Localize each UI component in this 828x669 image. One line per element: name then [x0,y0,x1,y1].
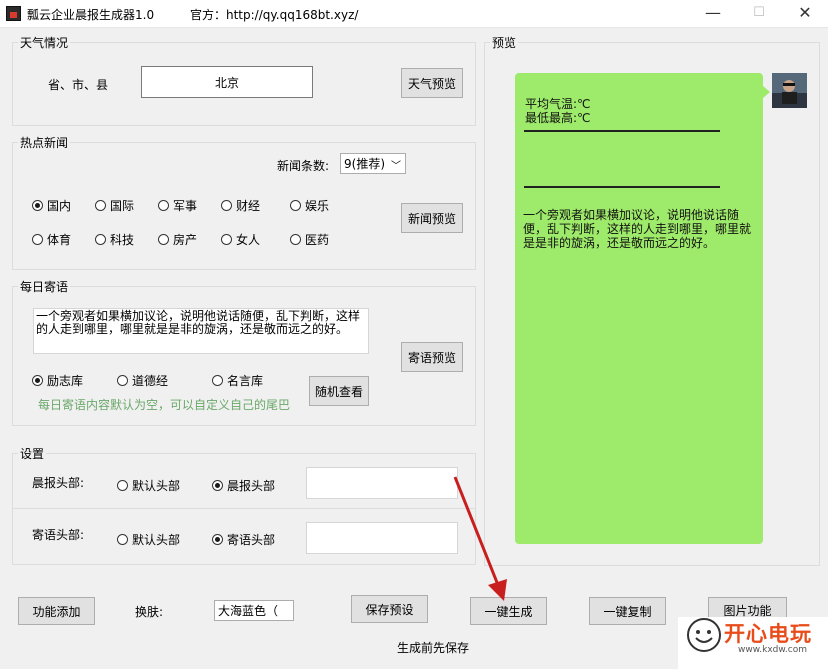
quote-default-header-radio[interactable]: 默认头部 [117,531,180,548]
quote-header-label: 寄语头部: [32,528,85,542]
news-category-radio[interactable]: 科技 [95,231,134,248]
radio-indicator [221,234,232,245]
preview-group-title: 预览 [490,34,519,51]
location-label: 省、市、县 [48,78,109,92]
news-group-title: 热点新闻 [18,134,71,151]
location-value: 北京 [214,75,239,90]
save-hint: 生成前先保存 [397,641,470,655]
morning-header-radio[interactable]: 晨报头部 [212,477,275,494]
preview-divider [524,130,720,132]
preview-divider [524,186,720,188]
radio-indicator [212,480,223,491]
avatar [772,73,807,108]
news-count-select[interactable]: 9(推荐) ﹀ [340,153,406,174]
quote-group-title: 每日寄语 [18,278,71,295]
news-preview-button[interactable]: 新闻预览 [401,203,463,233]
quote-preview-button[interactable]: 寄语预览 [401,342,463,372]
app-title: 瓢云企业晨报生成器1.0 [27,8,155,22]
close-button[interactable]: ✕ [782,0,828,28]
radio-indicator [32,200,43,211]
minimize-button[interactable]: — [690,0,736,28]
preview-bubble: 平均气温:℃ 最低最高:℃ 一个旁观者如果横加议论，说明他说话随便，乱下判断，这… [515,73,763,544]
morning-header-label: 晨报头部: [32,476,85,490]
weather-group-title: 天气情况 [18,34,71,51]
preview-avg-temp: 平均气温:℃ [525,97,591,111]
skin-value: 大海蓝色（ [218,604,279,618]
quote-header-input[interactable] [306,522,458,554]
maximize-button[interactable]: ☐ [736,0,782,28]
settings-divider [13,508,475,509]
skin-label: 换肤: [135,605,164,619]
radio-indicator [117,534,128,545]
news-category-radio[interactable]: 医药 [290,231,329,248]
radio-indicator [158,234,169,245]
skin-select[interactable]: 大海蓝色（ [214,600,294,621]
radio-indicator [117,375,128,386]
weather-preview-button[interactable]: 天气预览 [401,68,463,98]
news-category-radio[interactable]: 体育 [32,231,71,248]
news-category-radio[interactable]: 娱乐 [290,197,329,214]
news-count-value: 9(推荐) [344,157,385,171]
quote-hint: 每日寄语内容默认为空，可以自定义自己的尾巴 [38,398,291,412]
morning-default-header-radio[interactable]: 默认头部 [117,477,180,494]
radio-indicator [32,375,43,386]
preview-min-max: 最低最高:℃ [525,111,591,125]
red-arrow-annotation [453,476,507,601]
chevron-down-icon: ﹀ [391,161,401,172]
radio-indicator [290,234,301,245]
radio-indicator [32,234,43,245]
news-category-radio[interactable]: 国际 [95,197,134,214]
news-category-radio[interactable]: 国内 [32,197,71,214]
radio-indicator [158,200,169,211]
news-count-label: 新闻条数: [277,159,330,173]
radio-indicator [117,480,128,491]
morning-header-input[interactable] [306,467,458,499]
radio-indicator [95,200,106,211]
app-icon [6,6,21,21]
radio-indicator [221,200,232,211]
location-input[interactable]: 北京 [141,66,313,98]
preview-quote: 一个旁观者如果横加议论，说明他说话随便，乱下判断，这样的人走到哪里，哪里就是是非… [523,208,752,250]
radio-indicator [212,375,223,386]
news-category-radio[interactable]: 女人 [221,231,260,248]
radio-indicator [95,234,106,245]
watermark-url: www.kxdw.com [738,645,807,655]
smiley-logo-icon [687,618,721,652]
quote-textarea[interactable]: 一个旁观者如果横加议论，说明他说话随便，乱下判断，这样的人走到哪里，哪里就是是非… [33,308,369,354]
watermark: 开心电玩 www.kxdw.com [678,617,828,669]
random-view-button[interactable]: 随机查看 [309,376,369,406]
news-category-radio[interactable]: 财经 [221,197,260,214]
quote-header-radio[interactable]: 寄语头部 [212,531,275,548]
official-url-label: 官方：http://qy.qq168bt.xyz/ [190,8,359,22]
copy-button[interactable]: 一键复制 [589,597,666,625]
title-bar: 瓢云企业晨报生成器1.0 官方：http://qy.qq168bt.xyz/ —… [0,0,828,28]
bubble-tail [763,86,770,98]
watermark-text: 开心电玩 [724,622,812,646]
quote-library-radio[interactable]: 名言库 [212,372,263,389]
news-category-radio[interactable]: 军事 [158,197,197,214]
save-preset-button[interactable]: 保存预设 [351,595,428,623]
quote-library-radio[interactable]: 道德经 [117,372,168,389]
radio-indicator [290,200,301,211]
add-feature-button[interactable]: 功能添加 [18,597,95,625]
settings-group-title: 设置 [18,445,47,462]
news-category-radio[interactable]: 房产 [158,231,197,248]
quote-library-radio[interactable]: 励志库 [32,372,83,389]
radio-indicator [212,534,223,545]
